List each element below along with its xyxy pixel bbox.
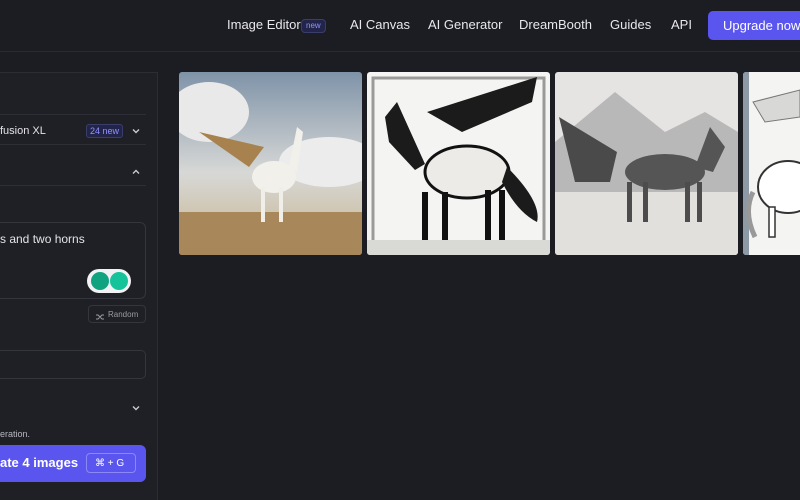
negative-prompt-input[interactable]: [0, 350, 146, 379]
prompt-text: s and two horns: [0, 232, 85, 246]
gallery-image-1[interactable]: [179, 72, 362, 255]
gallery-image-3[interactable]: [555, 72, 738, 255]
new-badge: new: [301, 19, 326, 33]
gallery-image-4[interactable]: [743, 72, 800, 255]
nav-ai-generator[interactable]: AI Generator: [428, 17, 502, 32]
grammarly-icon[interactable]: [110, 272, 128, 290]
shortcut-badge: ⌘ + G: [86, 453, 136, 473]
divider: [0, 114, 146, 115]
nav-api[interactable]: API: [671, 17, 692, 32]
nav-image-editor[interactable]: Image Editor: [227, 17, 301, 32]
divider: [0, 144, 146, 145]
upgrade-button[interactable]: Upgrade now: [708, 11, 800, 40]
model-name[interactable]: fusion XL: [0, 125, 46, 137]
chevron-up-icon[interactable]: [131, 167, 141, 177]
model-count-badge: 24 new: [86, 124, 124, 138]
shuffle-icon: [95, 309, 105, 320]
nav-guides[interactable]: Guides: [610, 17, 651, 32]
chevron-down-icon[interactable]: [131, 403, 141, 413]
chevron-down-icon[interactable]: [131, 126, 141, 136]
generation-hint: eration.: [0, 429, 31, 439]
prompt-assist-widget[interactable]: [87, 269, 131, 293]
divider: [0, 185, 146, 186]
nav-dreambooth[interactable]: DreamBooth: [519, 17, 592, 32]
top-nav-bar: Image Editor new AI Canvas AI Generator …: [0, 0, 800, 52]
generate-button-label: ate 4 images: [0, 455, 79, 470]
gallery-image-2[interactable]: [367, 72, 550, 255]
lightbulb-icon[interactable]: [91, 272, 109, 290]
nav-ai-canvas[interactable]: AI Canvas: [350, 17, 410, 32]
